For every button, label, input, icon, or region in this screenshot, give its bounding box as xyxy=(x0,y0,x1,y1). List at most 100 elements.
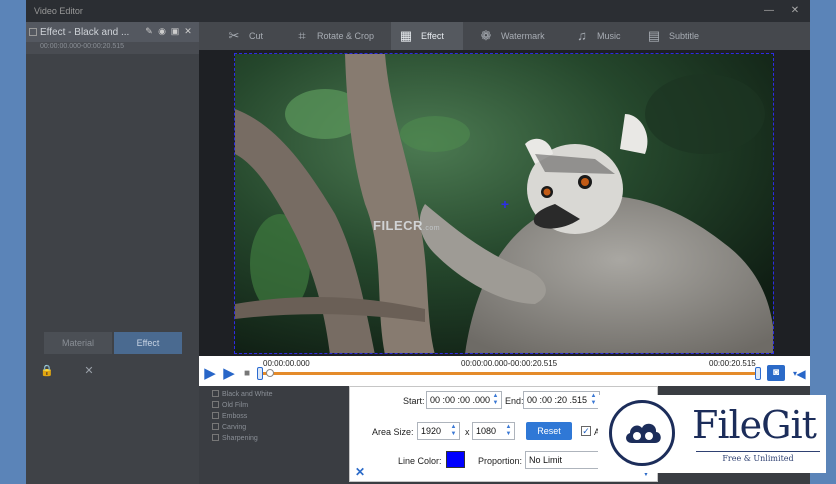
proportion-select[interactable]: No Limit xyxy=(525,451,607,469)
reset-button[interactable]: Reset xyxy=(526,422,572,440)
layer-panel: Effect - Black and ... ✎ ◉ ▣ ✕ 00:00:00.… xyxy=(26,22,199,484)
area-height-value: 1080 xyxy=(476,426,497,436)
effect-item[interactable]: Carving xyxy=(212,423,273,434)
center-crosshair-icon[interactable]: + xyxy=(499,197,511,211)
end-label: End: xyxy=(505,396,524,406)
effect-label: Sharpening xyxy=(222,435,258,442)
tab-watermark-label: Watermark xyxy=(501,31,545,41)
start-time-value: 00 :00 :00 .000 xyxy=(430,395,491,405)
effect-label: Carving xyxy=(222,424,247,431)
trim-end-handle[interactable] xyxy=(755,367,761,380)
visibility-icon[interactable]: ◉ xyxy=(157,26,167,38)
title-bar: Video Editor — ✕ xyxy=(26,0,810,22)
filecr-sub: .com xyxy=(422,225,441,232)
effect-item[interactable]: Black and White xyxy=(212,390,273,401)
effect-item[interactable]: Emboss xyxy=(212,412,273,423)
size-separator: x xyxy=(465,427,470,437)
play-segment-icon[interactable]: ▶ xyxy=(221,366,237,382)
crop-icon: ⌗ xyxy=(298,28,306,43)
effect-item[interactable]: Sharpening xyxy=(212,434,273,445)
area-height-input[interactable]: 1080 ▲ ▼ xyxy=(472,422,515,440)
edit-toolbar: ✂ Cut ⌗ Rotate & Crop ▦ Effect ❁ Waterma… xyxy=(199,22,810,50)
tab-watermark[interactable]: ❁ Watermark xyxy=(471,22,561,50)
effect-icon: ▦ xyxy=(399,28,413,43)
tab-music-label: Music xyxy=(597,31,621,41)
preview-stage: + FILECR.com xyxy=(199,50,810,356)
playhead[interactable] xyxy=(266,369,274,377)
delete-icon[interactable]: ▣ xyxy=(170,26,180,38)
minimize-button[interactable]: — xyxy=(762,4,776,18)
layer-checkbox[interactable] xyxy=(29,28,37,36)
tab-cut-label: Cut xyxy=(249,31,264,41)
filecr-brand: FILECR xyxy=(373,218,423,233)
height-stepper-icon[interactable]: ▲ ▼ xyxy=(504,424,513,438)
trim-start-handle[interactable] xyxy=(257,367,263,380)
end-time-input[interactable]: 00 :00 :20 .515 ▲ ▼ xyxy=(523,391,600,409)
auto-checkbox[interactable]: ✓ xyxy=(581,426,591,436)
start-label: Start: xyxy=(403,396,425,406)
subtitle-icon: ▤ xyxy=(647,28,661,43)
volume-icon[interactable]: ◀ xyxy=(793,366,809,382)
tab-subtitle[interactable]: ▤ Subtitle xyxy=(639,22,719,50)
effect-item[interactable]: Old Film xyxy=(212,401,273,412)
effect-checkbox[interactable] xyxy=(212,412,219,419)
effect-label: Old Film xyxy=(222,402,249,409)
area-size-label: Area Size: xyxy=(372,427,414,437)
timeline-start: 00:00:00.000 xyxy=(263,359,310,368)
remove-layer-icon[interactable]: ✕ xyxy=(183,26,193,38)
snapshot-camera-icon[interactable]: ◙ xyxy=(767,365,785,381)
effect-checkbox[interactable] xyxy=(212,423,219,430)
line-color-swatch[interactable] xyxy=(446,451,465,468)
timeline-end: 00:00:20.515 xyxy=(709,359,756,368)
close-window-button[interactable]: ✕ xyxy=(788,4,802,18)
start-time-input[interactable]: 00 :00 :00 .000 ▲ ▼ xyxy=(426,391,502,409)
edit-icon[interactable]: ✎ xyxy=(144,26,154,38)
line-color-label: Line Color: xyxy=(398,456,442,466)
effect-label: Black and White xyxy=(222,391,273,398)
effect-checkbox[interactable] xyxy=(212,390,219,397)
timeline-range: 00:00:00.000-00:00:20.515 xyxy=(461,359,558,368)
play-icon[interactable]: ▶ xyxy=(202,366,218,382)
proportion-value: No Limit xyxy=(529,455,563,465)
tab-rotate-crop-label: Rotate & Crop xyxy=(317,31,375,41)
effect-layer-row[interactable]: Effect - Black and ... ✎ ◉ ▣ ✕ xyxy=(26,22,199,42)
scissors-icon: ✂ xyxy=(228,28,240,43)
close-panel-icon[interactable]: ✕ xyxy=(355,465,365,479)
tab-effect[interactable]: Effect xyxy=(114,332,182,354)
layer-label: Effect - Black and ... xyxy=(40,27,130,38)
tab-music[interactable]: ♫ Music xyxy=(567,22,633,50)
effect-list: Black and White Old Film Emboss Carving … xyxy=(212,390,273,445)
filecr-watermark: FILECR.com xyxy=(373,218,440,233)
cloud-icon xyxy=(626,423,661,443)
effect-checkbox[interactable] xyxy=(212,434,219,441)
area-width-input[interactable]: 1920 ▲ ▼ xyxy=(417,422,460,440)
tab-effect-active[interactable]: ▦ Effect xyxy=(391,22,463,50)
end-time-value: 00 :00 :20 .515 xyxy=(527,395,588,405)
width-stepper-icon[interactable]: ▲ ▼ xyxy=(449,424,458,438)
timeline-bar: 00:00:00.000 00:00:00.000-00:00:20.515 0… xyxy=(199,356,810,386)
filegit-badge: FileGit Free & Unlimited xyxy=(598,395,826,473)
watermark-icon: ❁ xyxy=(480,28,492,43)
tab-effect-label: Effect xyxy=(421,31,444,41)
effect-checkbox[interactable] xyxy=(212,401,219,408)
layer-range-label: 00:00:00.000-00:00:20.515 xyxy=(40,43,125,50)
timeline-track[interactable] xyxy=(261,372,759,375)
proportion-label: Proportion: xyxy=(478,456,523,466)
end-stepper-icon[interactable]: ▲ ▼ xyxy=(589,393,598,407)
tab-material[interactable]: Material xyxy=(44,332,112,354)
window-title: Video Editor xyxy=(34,6,83,16)
effect-label: Emboss xyxy=(222,413,248,420)
clear-icon[interactable]: ✕ xyxy=(82,364,96,378)
filegit-brand: FileGit xyxy=(692,403,817,447)
layer-time-range: 00:00:00.000-00:00:20.515 xyxy=(26,42,199,54)
stop-icon[interactable]: ■ xyxy=(239,366,255,382)
filegit-logo xyxy=(609,400,675,466)
tab-subtitle-label: Subtitle xyxy=(669,31,700,41)
lock-icon[interactable]: 🔒 xyxy=(40,364,54,378)
filegit-tagline: Free & Unlimited xyxy=(696,451,820,463)
tab-rotate-crop[interactable]: ⌗ Rotate & Crop xyxy=(287,22,387,50)
start-stepper-icon[interactable]: ▲ ▼ xyxy=(491,393,500,407)
video-preview[interactable]: + FILECR.com xyxy=(234,53,774,354)
area-width-value: 1920 xyxy=(421,426,442,436)
tab-cut[interactable]: ✂ Cut xyxy=(219,22,281,50)
